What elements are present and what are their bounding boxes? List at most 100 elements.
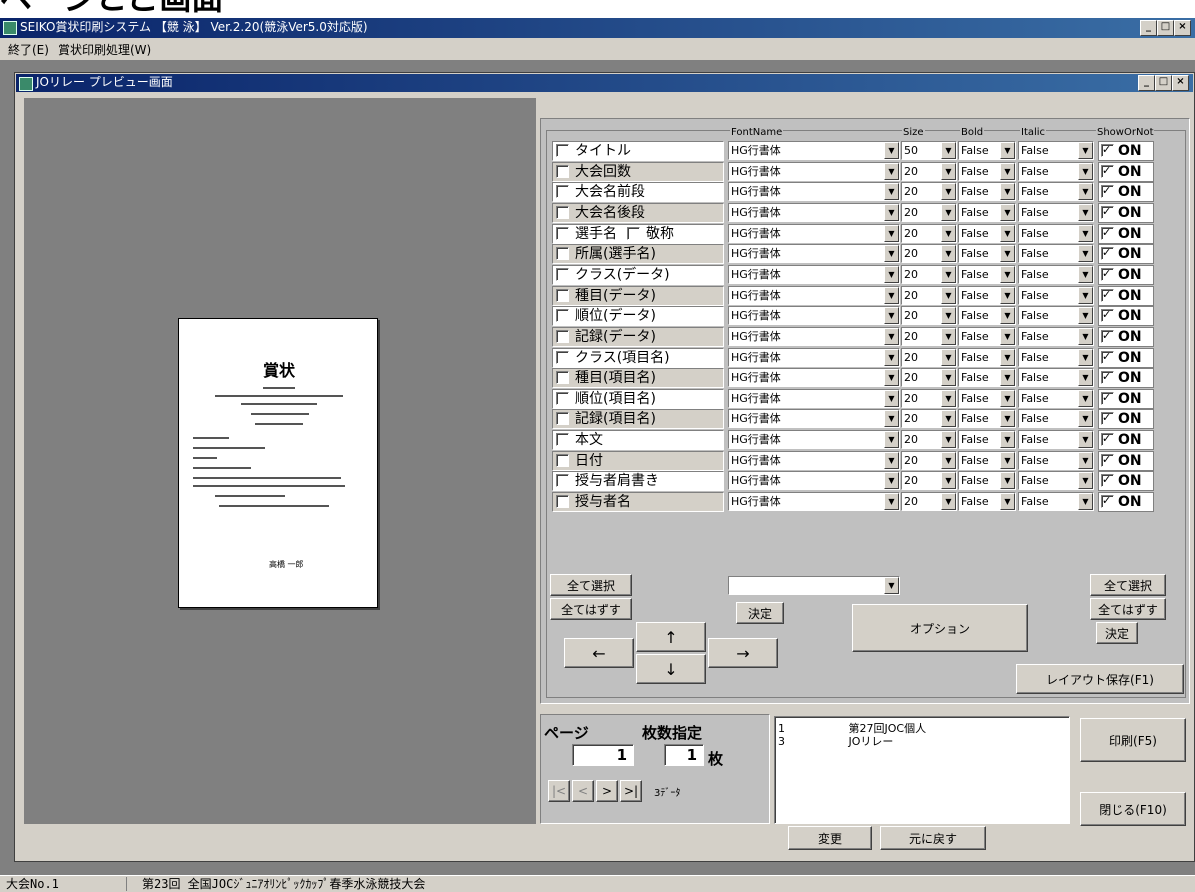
chevron-down-icon[interactable]: ▼ <box>1000 204 1015 221</box>
menu-certificate-print[interactable]: 賞状印刷処理(W) <box>58 41 151 58</box>
chevron-down-icon[interactable]: ▼ <box>1000 349 1015 366</box>
show-checkbox[interactable] <box>1101 141 1114 159</box>
deselect-all-right-button[interactable]: 全てはずす <box>1090 598 1166 620</box>
next-page-button[interactable]: > <box>596 780 618 802</box>
italic-select[interactable]: False ▼ <box>1018 389 1094 408</box>
font-size-select[interactable]: 20 ▼ <box>901 471 957 490</box>
chevron-down-icon[interactable]: ▼ <box>1000 431 1015 448</box>
font-name-select[interactable]: HG行書体 ▼ <box>728 244 900 263</box>
italic-select[interactable]: False ▼ <box>1018 451 1094 470</box>
font-name-select[interactable]: HG行書体 ▼ <box>728 182 900 201</box>
show-toggle[interactable]: ON <box>1098 327 1154 347</box>
chevron-down-icon[interactable]: ▼ <box>884 431 899 448</box>
show-toggle[interactable]: ON <box>1098 430 1154 450</box>
font-size-select[interactable]: 20 ▼ <box>901 224 957 243</box>
field-row-checkbox[interactable]: 大会名後段 <box>552 203 724 223</box>
show-toggle[interactable]: ON <box>1098 182 1154 202</box>
field-checkbox[interactable] <box>556 267 569 281</box>
show-toggle[interactable]: ON <box>1098 471 1154 491</box>
chevron-down-icon[interactable]: ▼ <box>941 472 956 489</box>
field-checkbox[interactable] <box>556 246 569 260</box>
decide-left-button[interactable]: 決定 <box>736 602 784 624</box>
show-toggle[interactable]: ON <box>1098 141 1154 161</box>
italic-select[interactable]: False ▼ <box>1018 286 1094 305</box>
chevron-down-icon[interactable]: ▼ <box>941 204 956 221</box>
bold-select[interactable]: False ▼ <box>958 224 1016 243</box>
field-checkbox[interactable] <box>556 184 569 198</box>
font-size-select[interactable]: 20 ▼ <box>901 389 957 408</box>
chevron-down-icon[interactable]: ▼ <box>941 266 956 283</box>
bold-select[interactable]: False ▼ <box>958 286 1016 305</box>
menu-exit[interactable]: 終了(E) <box>8 41 49 58</box>
font-name-select[interactable]: HG行書体 ▼ <box>728 430 900 449</box>
option-button[interactable]: オプション <box>852 604 1028 652</box>
italic-select[interactable]: False ▼ <box>1018 327 1094 346</box>
font-size-select[interactable]: 20 ▼ <box>901 265 957 284</box>
bold-select[interactable]: False ▼ <box>958 162 1016 181</box>
italic-select[interactable]: False ▼ <box>1018 348 1094 367</box>
field-checkbox[interactable] <box>556 164 569 178</box>
field-checkbox[interactable] <box>556 370 569 384</box>
child-maximize-icon[interactable]: □ <box>1155 75 1172 91</box>
field-checkbox[interactable] <box>556 329 569 343</box>
layout-save-button[interactable]: レイアウト保存(F1) <box>1016 664 1184 694</box>
chevron-down-icon[interactable]: ▼ <box>941 349 956 366</box>
chevron-down-icon[interactable]: ▼ <box>1000 452 1015 469</box>
italic-select[interactable]: False ▼ <box>1018 182 1094 201</box>
chevron-down-icon[interactable]: ▼ <box>941 431 956 448</box>
field-row-checkbox[interactable]: クラス(データ) <box>552 265 724 285</box>
minimize-icon[interactable]: _ <box>1140 20 1157 36</box>
font-size-select[interactable]: 20 ▼ <box>901 348 957 367</box>
chevron-down-icon[interactable]: ▼ <box>884 410 899 427</box>
chevron-down-icon[interactable]: ▼ <box>941 307 956 324</box>
chevron-down-icon[interactable]: ▼ <box>941 245 956 262</box>
bold-select[interactable]: False ▼ <box>958 141 1016 160</box>
field-row-checkbox[interactable]: 種目(データ) <box>552 286 724 306</box>
show-checkbox[interactable] <box>1101 471 1114 489</box>
move-up-button[interactable]: ↑ <box>636 622 706 652</box>
move-left-button[interactable]: ← <box>564 638 634 668</box>
font-name-select[interactable]: HG行書体 ▼ <box>728 471 900 490</box>
italic-select[interactable]: False ▼ <box>1018 244 1094 263</box>
decide-right-button[interactable]: 決定 <box>1096 622 1138 644</box>
chevron-down-icon[interactable]: ▼ <box>1000 472 1015 489</box>
undo-button[interactable]: 元に戻す <box>880 826 986 850</box>
font-name-select[interactable]: HG行書体 ▼ <box>728 286 900 305</box>
font-name-select[interactable]: HG行書体 ▼ <box>728 162 900 181</box>
move-down-button[interactable]: ↓ <box>636 654 706 684</box>
select-all-left-button[interactable]: 全て選択 <box>550 574 632 596</box>
chevron-down-icon[interactable]: ▼ <box>884 493 899 510</box>
chevron-down-icon[interactable]: ▼ <box>941 369 956 386</box>
show-checkbox[interactable] <box>1101 286 1114 304</box>
field-row-checkbox[interactable]: 日付 <box>552 451 724 471</box>
show-checkbox[interactable] <box>1101 389 1114 407</box>
move-right-button[interactable]: → <box>708 638 778 668</box>
show-toggle[interactable]: ON <box>1098 286 1154 306</box>
field-checkbox[interactable] <box>556 494 569 508</box>
chevron-down-icon[interactable]: ▼ <box>1000 493 1015 510</box>
chevron-down-icon[interactable]: ▼ <box>1000 266 1015 283</box>
chevron-down-icon[interactable]: ▼ <box>941 142 956 159</box>
chevron-down-icon[interactable]: ▼ <box>1000 369 1015 386</box>
italic-select[interactable]: False ▼ <box>1018 368 1094 387</box>
bulk-font-select[interactable]: ▼ <box>728 576 900 595</box>
page-number-field[interactable]: 1 <box>572 744 634 766</box>
chevron-down-icon[interactable]: ▼ <box>941 410 956 427</box>
show-toggle[interactable]: ON <box>1098 368 1154 388</box>
list-item[interactable]: 1 第27回JOC個人 <box>778 722 926 735</box>
bold-select[interactable]: False ▼ <box>958 182 1016 201</box>
chevron-down-icon[interactable]: ▼ <box>1000 163 1015 180</box>
font-name-select[interactable]: HG行書体 ▼ <box>728 492 900 511</box>
bold-select[interactable]: False ▼ <box>958 327 1016 346</box>
chevron-down-icon[interactable]: ▼ <box>1000 225 1015 242</box>
bold-select[interactable]: False ▼ <box>958 265 1016 284</box>
chevron-down-icon[interactable]: ▼ <box>1078 225 1093 242</box>
chevron-down-icon[interactable]: ▼ <box>884 328 899 345</box>
child-minimize-icon[interactable]: _ <box>1138 75 1155 91</box>
show-checkbox[interactable] <box>1101 306 1114 324</box>
font-name-select[interactable]: HG行書体 ▼ <box>728 203 900 222</box>
bold-select[interactable]: False ▼ <box>958 306 1016 325</box>
chevron-down-icon[interactable]: ▼ <box>1078 472 1093 489</box>
field-row-checkbox[interactable]: 選手名 敬称 <box>552 224 724 244</box>
bold-select[interactable]: False ▼ <box>958 244 1016 263</box>
